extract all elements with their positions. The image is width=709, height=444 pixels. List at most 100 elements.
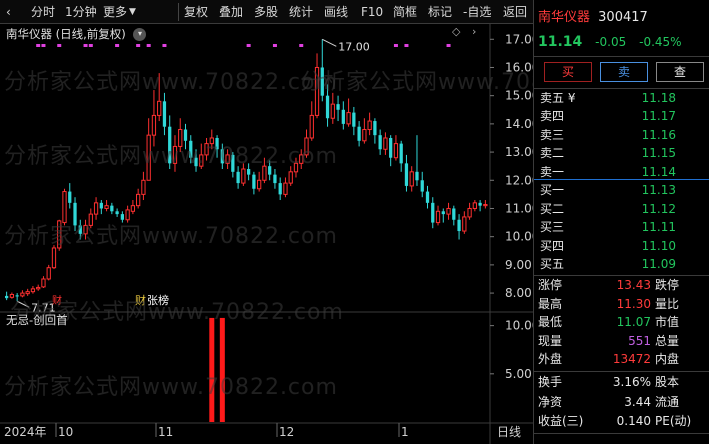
buy-level-label: 买一 xyxy=(540,183,565,197)
signal-marker xyxy=(272,44,277,47)
tab-1min[interactable]: 1分钟 xyxy=(65,0,97,24)
indicator-tick-label: 5.00 xyxy=(505,367,532,381)
sell-level-label: 卖二 xyxy=(540,146,565,161)
signal-marker xyxy=(299,44,304,47)
candle-body-down xyxy=(325,95,330,119)
mark-button[interactable]: 标记 xyxy=(428,0,452,24)
candle-body-up xyxy=(446,207,451,215)
stat-label: 最高 xyxy=(538,296,563,311)
fundamental-label-secondary: 股本 xyxy=(655,375,680,389)
fundamental-label: 收益(三) xyxy=(538,414,584,428)
buy-level-price: 11.12 xyxy=(641,201,676,216)
candle-body-up xyxy=(393,143,399,159)
candle-body-down xyxy=(399,143,403,164)
candle-body-up xyxy=(367,120,372,131)
candle-body-down xyxy=(246,169,251,175)
candle-body-up xyxy=(30,288,36,293)
adjust-button[interactable]: 复权 xyxy=(184,0,208,24)
candle-body-up xyxy=(362,129,367,142)
remove-watchlist-button[interactable]: -自选 xyxy=(463,0,491,24)
buy-button[interactable]: 买 xyxy=(544,62,592,82)
candle-body-down xyxy=(183,129,188,141)
chevron-left-icon[interactable]: ‹ xyxy=(6,0,11,24)
candle-body-down xyxy=(78,225,82,234)
indicator-tick-label: 10.00 xyxy=(505,319,533,333)
query-button[interactable]: 查 xyxy=(656,62,704,82)
stat-value: 13.43 xyxy=(616,278,651,292)
draw-line-button[interactable]: 画线 xyxy=(324,0,348,24)
candle-body-down xyxy=(220,149,224,164)
fundamental-row: 换手 3.16% 股本 xyxy=(534,373,709,392)
signal-marker xyxy=(41,44,46,47)
fundamental-row: 收益(三) 0.140 PE(动) xyxy=(534,412,709,431)
candle-body-down xyxy=(452,208,456,220)
candle-body-down xyxy=(352,112,356,127)
candle-body-up xyxy=(241,168,246,184)
chevron-down-icon[interactable]: ▾ xyxy=(133,28,147,41)
stat-label-secondary: 内盘 xyxy=(655,352,680,367)
tab-more[interactable]: 更多 xyxy=(103,0,127,24)
candle-body-up xyxy=(146,134,151,181)
candle-body-up xyxy=(104,205,109,209)
candle-body-down xyxy=(278,183,282,195)
candle-body-down xyxy=(378,135,382,150)
candle-body-down xyxy=(99,202,103,209)
statistics-button[interactable]: 统计 xyxy=(289,0,313,24)
buy-level-label: 买三 xyxy=(540,220,565,235)
stock-header: 南华仪器 300417 xyxy=(538,6,648,25)
signal-marker xyxy=(115,44,120,47)
buy-level-label: 买二 xyxy=(540,201,565,216)
candle-body-up xyxy=(178,129,183,147)
candle-body-down xyxy=(252,174,256,189)
price-change: -0.05 xyxy=(595,35,627,49)
candle-body-down xyxy=(415,171,419,181)
sell-button[interactable]: 卖 xyxy=(600,62,648,82)
tab-intraday[interactable]: 分时 xyxy=(31,0,55,24)
sell-level-price: 11.18 xyxy=(641,91,676,105)
multi-stock-button[interactable]: 多股 xyxy=(254,0,278,24)
chevron-right-icon[interactable]: › xyxy=(472,25,476,38)
candle-body-up xyxy=(36,286,41,290)
buy-level-label: 买五 xyxy=(540,257,565,272)
candle-body-up xyxy=(141,179,146,195)
sell-level-row: 卖三 11.16 xyxy=(534,126,709,145)
kline-chart[interactable]: 8.009.0010.0011.0012.0013.0014.0015.0016… xyxy=(0,24,633,444)
candle-body-up xyxy=(20,292,25,297)
indicator-title-text: 无忌-创回首 xyxy=(6,313,68,327)
candle-body-down xyxy=(168,126,172,164)
back-button[interactable]: 返回 xyxy=(503,0,527,24)
signal-marker xyxy=(136,44,141,47)
date-tick-label: 12 xyxy=(279,425,294,439)
candle-body-down xyxy=(194,157,198,167)
price-tick-label: 12.00 xyxy=(505,173,533,187)
kline-svg[interactable]: 8.009.0010.0011.0012.0013.0014.0015.0016… xyxy=(0,24,533,444)
candle-body-up xyxy=(51,247,57,269)
fundamental-label: 换手 xyxy=(538,375,563,389)
sell-level-price: 11.17 xyxy=(641,109,676,124)
buy-level-row: 买二 11.12 xyxy=(534,200,709,219)
overlay-button[interactable]: 叠加 xyxy=(219,0,243,24)
signal-marker xyxy=(393,44,398,47)
divider xyxy=(534,433,709,434)
f10-button[interactable]: F10 xyxy=(361,0,383,24)
sell-level-row: 卖四 11.17 xyxy=(534,107,709,126)
signal-marker xyxy=(404,44,409,47)
candle-body-down xyxy=(215,137,219,150)
stat-row: 最低 11.07 市值 xyxy=(534,313,709,332)
price-change-pct: -0.45% xyxy=(639,35,682,49)
signal-marker xyxy=(446,44,451,47)
chevron-down-icon[interactable]: ▼ xyxy=(129,0,136,24)
chart-toolbar: ‹ 分时 1分钟 更多 ▼ 复权 叠加 多股 统计 画线 F10 简框 标记 -… xyxy=(0,0,533,24)
candle-body-up xyxy=(293,162,299,173)
fundamental-label-secondary: PE(动) xyxy=(655,414,692,428)
signal-marker xyxy=(83,44,88,47)
date-tick-label: 11 xyxy=(158,425,173,439)
indicator-bar xyxy=(209,317,215,422)
price-tick-label: 14.00 xyxy=(505,117,533,131)
candle-body-down xyxy=(115,211,119,215)
stat-row: 涨停 13.43 跌停 xyxy=(534,276,709,295)
simple-frame-button[interactable]: 简框 xyxy=(393,0,417,24)
price-tick-label: 13.00 xyxy=(505,145,533,159)
diamond-icon[interactable]: ◇ xyxy=(452,25,460,38)
buy-level-price: 11.09 xyxy=(641,257,676,272)
